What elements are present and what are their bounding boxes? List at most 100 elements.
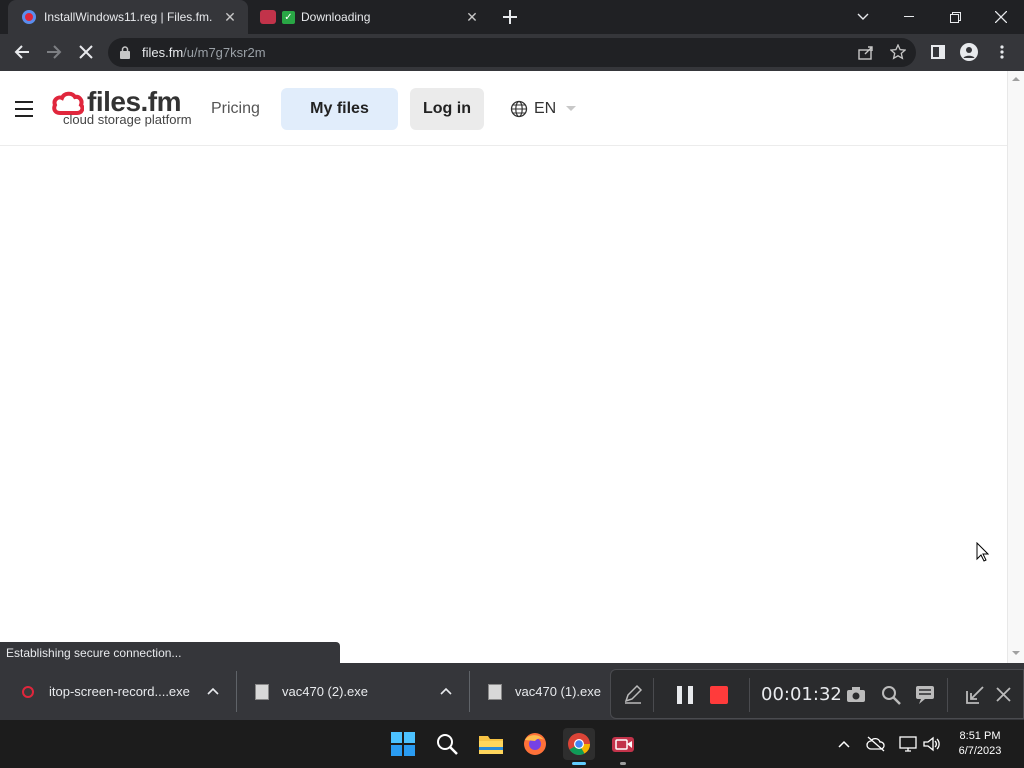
download-item[interactable]: itop-screen-record....exe — [0, 663, 236, 720]
side-panel-button[interactable] — [924, 38, 952, 66]
volume-tray-icon[interactable] — [916, 728, 948, 760]
download-item[interactable]: vac470 (1).exe — [470, 663, 610, 720]
onedrive-tray-icon[interactable] — [860, 728, 892, 760]
arrow-left-icon — [14, 45, 29, 59]
menu-button[interactable] — [988, 38, 1016, 66]
address-bar[interactable]: files.fm/u/m7g7ksr2m — [108, 38, 916, 67]
tab-downloading[interactable]: ✓ Downloading ✕ — [250, 0, 490, 34]
folder-icon — [479, 736, 503, 754]
url-text: files.fm/u/m7g7ksr2m — [142, 45, 266, 60]
profile-avatar-icon — [960, 43, 978, 61]
scroll-down-icon[interactable] — [1012, 651, 1020, 656]
taskbar-chrome[interactable] — [563, 728, 595, 765]
taskbar-search-button[interactable] — [431, 728, 463, 760]
close-window-button[interactable] — [978, 0, 1024, 34]
recorder-separator — [653, 678, 654, 712]
tab-title: Downloading — [301, 10, 371, 24]
chevron-up-icon[interactable] — [438, 683, 454, 699]
files-fm-favicon-icon — [22, 10, 36, 24]
site-logo[interactable]: files.fm cloud storage platform — [0, 71, 200, 141]
screen-recorder-icon — [612, 737, 634, 752]
browser-tab-strip: InstallWindows11.reg | Files.fm. ✕ ✓ Dow… — [0, 0, 1024, 34]
tab-title: InstallWindows11.reg | Files.fm. — [44, 10, 213, 24]
taskbar-screen-recorder[interactable] — [607, 728, 639, 765]
minimize-recorder-icon[interactable] — [965, 685, 985, 705]
restore-button[interactable] — [932, 0, 978, 34]
download-filename: vac470 (2).exe — [282, 684, 368, 699]
close-tab-icon[interactable]: ✕ — [222, 9, 238, 25]
screen-recorder-bar: 00:01:32 — [610, 669, 1024, 719]
side-panel-icon — [931, 45, 945, 59]
language-label: EN — [534, 100, 557, 117]
network-icon — [899, 736, 917, 752]
firefox-icon — [524, 733, 546, 755]
itop-app-icon — [22, 685, 34, 698]
site-header: files.fm cloud storage platform Pricing … — [0, 71, 1007, 146]
start-button[interactable] — [387, 728, 419, 760]
check-favicon-icon: ✓ — [282, 10, 295, 24]
caret-down-icon — [566, 106, 577, 111]
taskbar-firefox[interactable] — [519, 728, 551, 760]
page-scrollbar[interactable] — [1007, 71, 1024, 663]
plus-icon — [503, 10, 517, 24]
stop-loading-button[interactable] — [72, 38, 100, 66]
taskbar-clock[interactable]: 8:51 PM 6/7/2023 — [948, 729, 1012, 759]
taskbar-file-explorer[interactable] — [475, 728, 507, 760]
logo-tagline: cloud storage platform — [63, 112, 192, 127]
close-icon — [995, 11, 1007, 23]
globe-icon — [510, 100, 528, 118]
pen-icon[interactable] — [623, 684, 643, 704]
download-item[interactable]: vac470 (2).exe — [237, 663, 469, 720]
zoom-icon[interactable] — [881, 685, 901, 705]
minimize-button[interactable] — [886, 0, 932, 34]
chevron-up-icon — [838, 740, 850, 748]
close-tab-icon[interactable]: ✕ — [464, 9, 480, 25]
windows-logo-icon — [391, 732, 415, 756]
url-path: /u/m7g7ksr2m — [183, 45, 266, 60]
language-selector[interactable]: EN — [510, 98, 577, 120]
close-icon — [79, 45, 93, 59]
login-button[interactable]: Log in — [410, 88, 484, 130]
pause-icon[interactable] — [677, 686, 693, 704]
chat-icon[interactable] — [915, 685, 935, 705]
nav-pricing-link[interactable]: Pricing — [211, 100, 260, 118]
search-icon — [437, 734, 458, 755]
profile-button[interactable] — [955, 38, 983, 66]
minimize-icon — [904, 16, 914, 17]
lock-icon — [120, 46, 130, 59]
chevron-down-icon — [857, 13, 869, 20]
status-bubble: Establishing secure connection... — [0, 642, 340, 663]
running-app-indicator — [620, 762, 626, 765]
chevron-up-icon[interactable] — [205, 683, 221, 699]
mouse-cursor-icon — [976, 542, 989, 562]
new-tab-button[interactable] — [498, 5, 522, 29]
star-icon[interactable] — [890, 44, 906, 60]
recorder-favicon-icon — [260, 10, 276, 24]
download-filename: vac470 (1).exe — [515, 684, 601, 699]
forward-button[interactable] — [40, 38, 68, 66]
web-page: files.fm cloud storage platform Pricing … — [0, 71, 1007, 663]
tab-search-button[interactable] — [840, 0, 886, 34]
clock-date: 6/7/2023 — [958, 745, 1002, 757]
windows-taskbar: 8:51 PM 6/7/2023 — [0, 720, 1024, 768]
my-files-button[interactable]: My files — [281, 88, 398, 130]
clock-time: 8:51 PM — [959, 730, 1001, 742]
share-icon[interactable] — [858, 45, 874, 60]
tab-installwindows11[interactable]: InstallWindows11.reg | Files.fm. ✕ — [8, 0, 248, 34]
scroll-up-icon[interactable] — [1012, 76, 1020, 81]
browser-toolbar: files.fm/u/m7g7ksr2m — [0, 34, 1024, 71]
exe-file-icon — [488, 683, 502, 700]
speaker-icon — [923, 736, 940, 752]
recording-timer: 00:01:32 — [761, 684, 842, 705]
url-host: files.fm — [142, 45, 184, 60]
camera-icon[interactable] — [846, 686, 866, 703]
recorder-separator — [749, 678, 750, 712]
show-hidden-icons-button[interactable] — [828, 728, 860, 760]
more-vert-icon — [1000, 45, 1004, 59]
restore-icon — [949, 11, 961, 23]
close-icon[interactable] — [996, 687, 1011, 702]
stop-record-icon[interactable] — [710, 686, 728, 704]
back-button[interactable] — [8, 38, 36, 66]
cloud-offline-icon — [866, 736, 885, 752]
chrome-icon — [568, 733, 590, 755]
